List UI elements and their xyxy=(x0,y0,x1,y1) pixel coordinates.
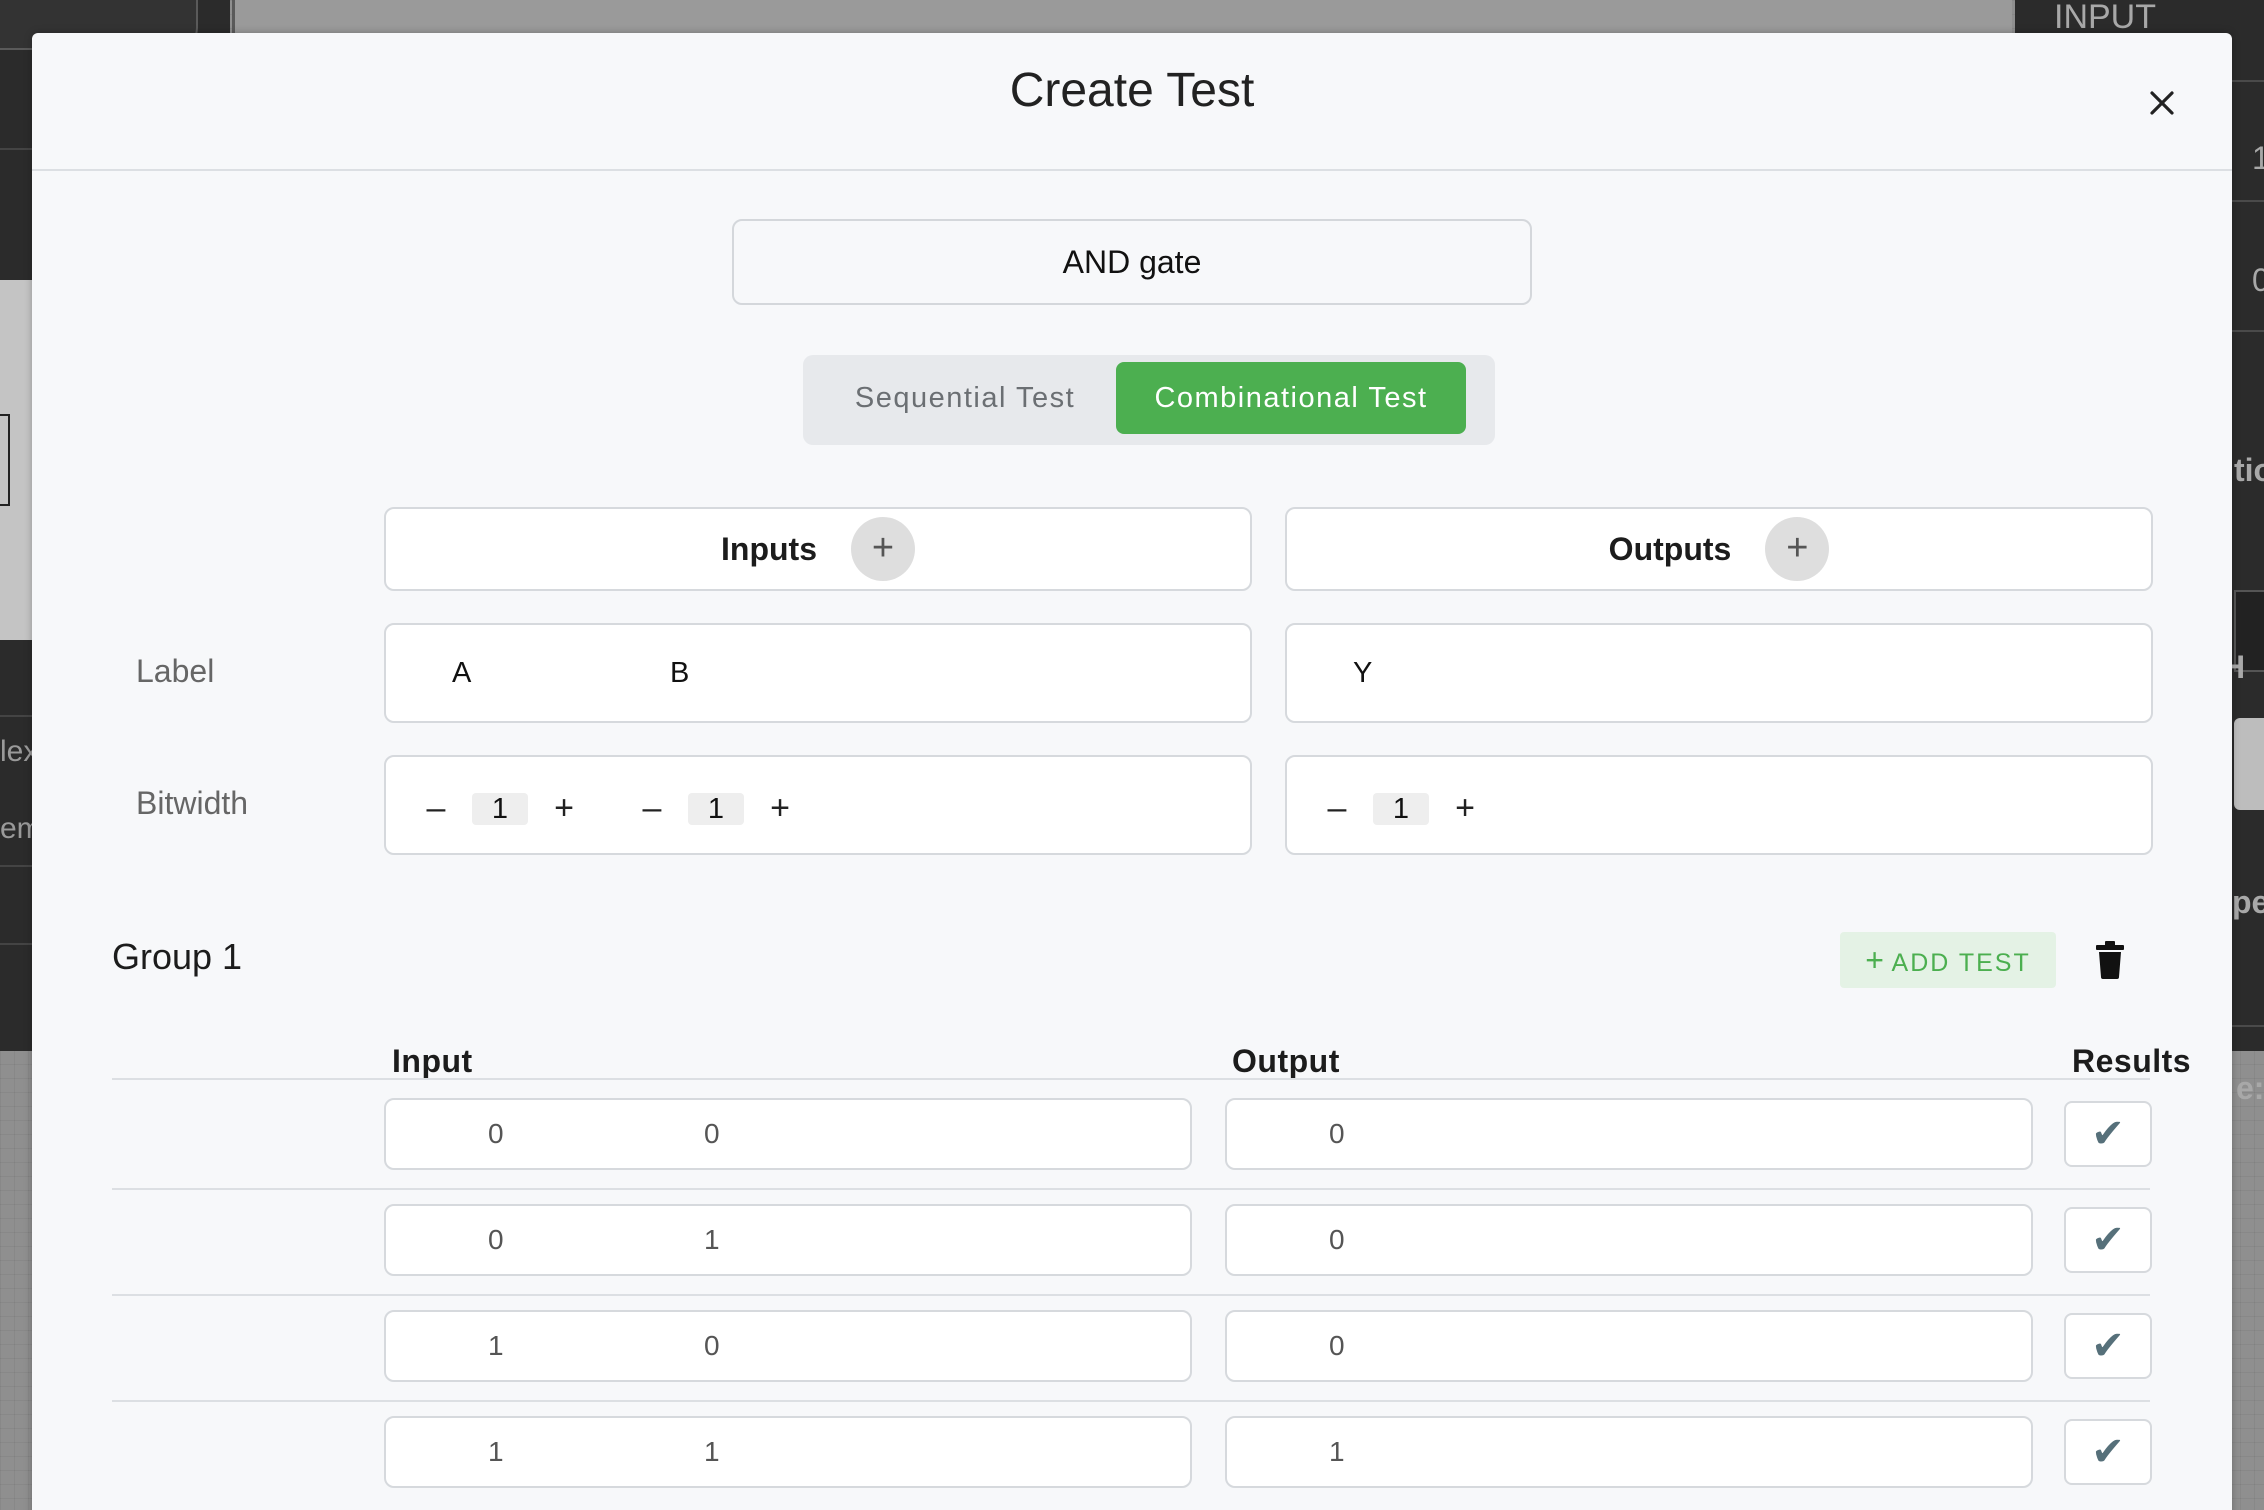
test-name-input[interactable] xyxy=(732,219,1532,305)
input-label-b[interactable]: B xyxy=(670,657,689,690)
background-left-line xyxy=(0,865,32,867)
background-left-box xyxy=(0,414,10,506)
bitwidth-decrement-button[interactable]: – xyxy=(636,789,668,828)
check-icon: ✔ xyxy=(2091,1112,2125,1156)
sequential-test-button[interactable]: Sequential Test xyxy=(817,362,1113,434)
test-input-value[interactable]: 0 xyxy=(488,1224,504,1256)
test-input-cell[interactable]: 10 xyxy=(384,1310,1192,1382)
input-labels-box: A B xyxy=(384,623,1252,723)
add-input-button[interactable]: + xyxy=(850,517,915,581)
bitwidth-value[interactable]: 1 xyxy=(472,792,528,825)
test-output-value[interactable]: 1 xyxy=(1329,1436,1345,1468)
background-right-text: tio xyxy=(2234,452,2264,488)
test-input-value[interactable]: 1 xyxy=(488,1330,504,1362)
delete-group-button[interactable] xyxy=(2094,941,2126,979)
test-input-cell[interactable]: 00 xyxy=(384,1098,1192,1170)
inputs-header-label: Inputs xyxy=(721,530,817,567)
background-right-line xyxy=(2232,200,2264,202)
group-title: Group 1 xyxy=(112,936,243,977)
background-right-line xyxy=(2232,80,2264,82)
trash-icon xyxy=(2096,941,2124,979)
test-output-cell[interactable]: 0 xyxy=(1225,1098,2033,1170)
close-icon xyxy=(2150,91,2174,115)
background-right-value: 0 xyxy=(2252,262,2264,298)
bitwidth-increment-button[interactable]: + xyxy=(548,789,580,828)
label-row-label: Label xyxy=(136,653,215,689)
test-result-cell: ✔ xyxy=(2064,1419,2152,1485)
test-input-value[interactable]: 0 xyxy=(704,1330,720,1362)
modal-header: Create Test xyxy=(32,33,2232,171)
background-right-title: INPUT xyxy=(2054,0,2156,36)
bitwidth-value[interactable]: 1 xyxy=(1373,792,1429,825)
output-column-header: Output xyxy=(1232,1043,1340,1079)
test-input-value[interactable]: 0 xyxy=(704,1118,720,1150)
bitwidth-decrement-button[interactable]: – xyxy=(1321,789,1353,828)
background-right-text: pe: xyxy=(2232,884,2264,920)
background-right-line xyxy=(2232,330,2264,332)
output-labels-box: Y xyxy=(1285,623,2153,723)
bitwidth-increment-button[interactable]: + xyxy=(764,789,796,828)
bitwidth-stepper-a: – 1 + xyxy=(420,789,580,828)
table-divider xyxy=(112,1188,2150,1190)
combinational-test-button[interactable]: Combinational Test xyxy=(1116,362,1466,434)
modal-title: Create Test xyxy=(1009,64,1255,117)
background-left-line xyxy=(0,715,32,717)
bitwidth-stepper-y: – 1 + xyxy=(1321,789,1481,828)
test-output-value[interactable]: 0 xyxy=(1329,1118,1345,1150)
outputs-header-label: Outputs xyxy=(1608,530,1732,567)
check-icon: ✔ xyxy=(2091,1430,2125,1474)
test-input-value[interactable]: 1 xyxy=(704,1436,720,1468)
add-test-label: ADD TEST xyxy=(1891,949,2031,977)
test-output-value[interactable]: 0 xyxy=(1329,1224,1345,1256)
table-divider xyxy=(112,1078,2150,1080)
output-bitwidths-box: – 1 + xyxy=(1285,755,2153,855)
background-right-value: 1 xyxy=(2252,140,2264,176)
bitwidth-row-label: Bitwidth xyxy=(136,785,249,821)
input-column-header: Input xyxy=(392,1043,473,1079)
inputs-header: Inputs + xyxy=(384,507,1252,591)
create-test-modal: Create Test Sequential Test Combinationa… xyxy=(32,33,2232,1510)
background-right-light-box xyxy=(2234,718,2264,810)
test-input-value[interactable]: 1 xyxy=(704,1224,720,1256)
test-type-toggle: Sequential Test Combinational Test xyxy=(803,355,1495,445)
test-input-value[interactable]: 1 xyxy=(488,1436,504,1468)
check-icon: ✔ xyxy=(2091,1324,2125,1368)
background-left-line xyxy=(0,943,32,945)
background-canvas-top xyxy=(232,0,2012,34)
outputs-header: Outputs + xyxy=(1285,507,2153,591)
test-output-cell[interactable]: 0 xyxy=(1225,1204,2033,1276)
close-button[interactable] xyxy=(2140,81,2184,125)
test-input-cell[interactable]: 11 xyxy=(384,1416,1192,1488)
plus-icon: + xyxy=(1865,942,1884,978)
test-result-cell: ✔ xyxy=(2064,1101,2152,1167)
table-divider xyxy=(112,1294,2150,1296)
results-column-header: Results xyxy=(2072,1043,2192,1079)
check-icon: ✔ xyxy=(2091,1218,2125,1262)
test-input-value[interactable]: 0 xyxy=(488,1118,504,1150)
background-left-line xyxy=(0,148,32,150)
add-test-button[interactable]: + ADD TEST xyxy=(1840,932,2056,988)
output-label-y[interactable]: Y xyxy=(1353,657,1372,690)
test-output-value[interactable]: 0 xyxy=(1329,1330,1345,1362)
input-bitwidths-box: – 1 + – 1 + xyxy=(384,755,1252,855)
background-right-text: e: xyxy=(2236,1070,2264,1106)
add-output-button[interactable]: + xyxy=(1765,517,1830,581)
bitwidth-value[interactable]: 1 xyxy=(688,792,744,825)
test-result-cell: ✔ xyxy=(2064,1313,2152,1379)
bitwidth-increment-button[interactable]: + xyxy=(1449,789,1481,828)
test-output-cell[interactable]: 0 xyxy=(1225,1310,2033,1382)
test-input-cell[interactable]: 01 xyxy=(384,1204,1192,1276)
input-label-a[interactable]: A xyxy=(452,657,471,690)
bitwidth-decrement-button[interactable]: – xyxy=(420,789,452,828)
test-output-cell[interactable]: 1 xyxy=(1225,1416,2033,1488)
bitwidth-stepper-b: – 1 + xyxy=(636,789,796,828)
table-divider xyxy=(112,1400,2150,1402)
test-result-cell: ✔ xyxy=(2064,1207,2152,1273)
background-right-line xyxy=(2232,1025,2264,1027)
